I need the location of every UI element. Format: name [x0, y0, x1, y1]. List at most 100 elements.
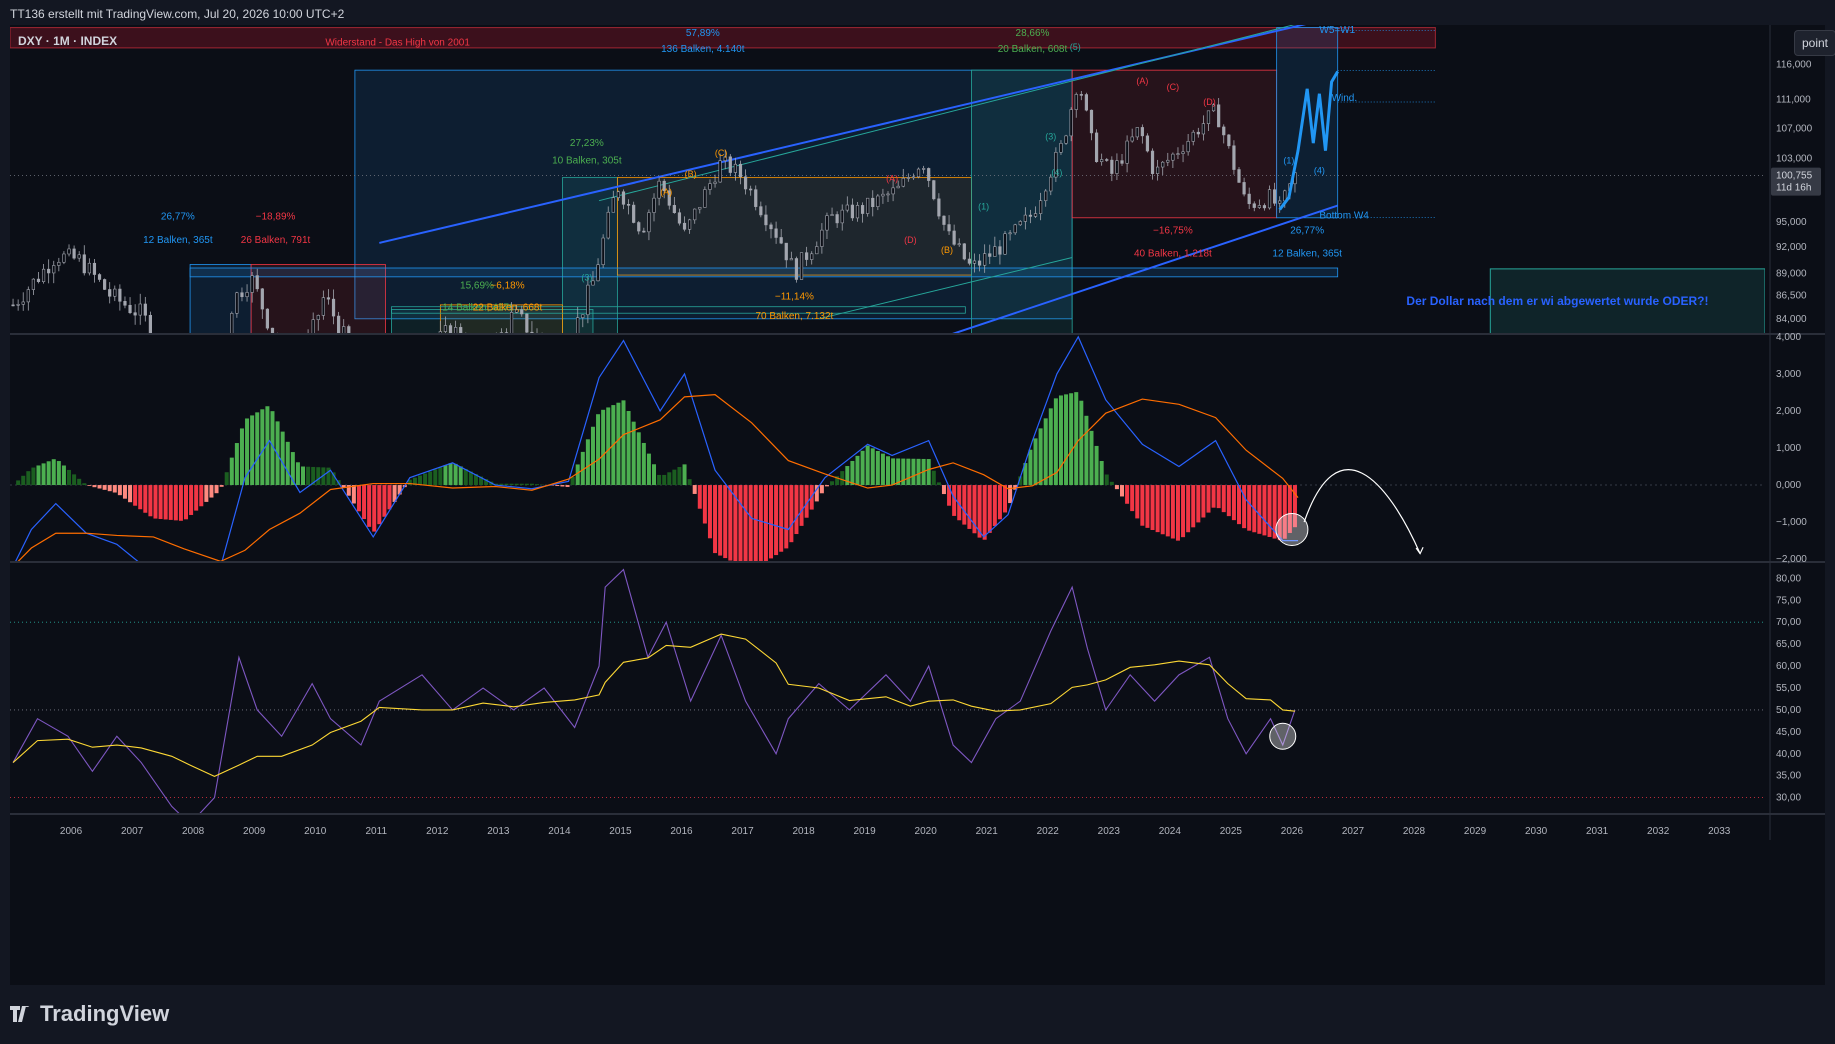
macd-histogram-bar	[524, 483, 529, 486]
wave-label: (B)	[685, 169, 697, 179]
macd-histogram-bar	[224, 472, 229, 486]
macd-histogram-bar	[677, 467, 682, 486]
macd-histogram-bar	[423, 473, 428, 486]
symbol-label: DXY · 1M · INDEX	[18, 34, 118, 48]
macd-histogram-bar	[1114, 485, 1119, 490]
time-axis-tick: 2010	[304, 826, 327, 837]
candle-body	[1176, 153, 1180, 155]
macd-histogram-bar	[926, 459, 931, 486]
macd-histogram-bar	[911, 458, 916, 486]
macd-histogram-bar	[509, 483, 514, 486]
candle-body	[738, 163, 743, 178]
scale-mode-button[interactable]: point	[1794, 30, 1835, 56]
annotation-text: 20 Balken, 608t	[998, 44, 1068, 55]
candle-body	[901, 177, 905, 187]
candle-body	[754, 189, 758, 207]
candle-body	[67, 248, 71, 255]
candle-body	[363, 361, 366, 385]
measure-box	[189, 264, 252, 333]
macd-histogram-bar	[382, 485, 387, 517]
macd-histogram-bar	[351, 485, 356, 504]
candle-body	[1084, 94, 1088, 111]
candle-body	[398, 393, 401, 402]
rsi-axis-tick: 80,00	[1776, 573, 1801, 584]
macd-histogram-bar	[621, 400, 626, 486]
macd-histogram-bar	[850, 460, 855, 486]
macd-histogram-bar	[1064, 394, 1069, 486]
macd-histogram-bar	[1058, 395, 1063, 486]
candle-body	[1120, 160, 1124, 164]
candle-body	[495, 339, 498, 361]
candle-body	[962, 243, 966, 260]
macd-histogram-bar	[1221, 485, 1226, 513]
macd-histogram-bar	[168, 485, 173, 520]
candle-body	[911, 176, 916, 179]
candle-body	[297, 380, 300, 390]
macd-histogram-bar	[585, 439, 590, 486]
candle-body	[998, 246, 1002, 255]
measure-box	[1071, 69, 1278, 219]
time-axis-tick: 2015	[609, 826, 632, 837]
candle-body	[1115, 160, 1119, 174]
macd-histogram-bar	[860, 450, 865, 486]
current-price-label: 100,755	[1776, 171, 1813, 182]
candle-body	[434, 345, 437, 353]
macd-histogram-bar	[229, 457, 234, 486]
macd-histogram-bar	[596, 414, 601, 486]
annotation-text: 22 Balken, 668t	[473, 302, 543, 313]
macd-histogram-bar	[794, 485, 799, 535]
macd-histogram-bar	[646, 453, 651, 486]
macd-histogram-bar	[285, 441, 290, 486]
candle-body	[36, 278, 41, 282]
candle-body	[175, 364, 178, 374]
macd-histogram-bar	[219, 485, 224, 487]
candle-body	[581, 314, 585, 318]
candle-body	[133, 312, 137, 316]
macd-histogram-bar	[560, 485, 565, 487]
candle-body	[353, 344, 356, 359]
annotation-text: 26,77%	[1290, 226, 1324, 237]
candle-body	[475, 345, 478, 356]
macd-histogram-bar	[1201, 485, 1206, 518]
macd-histogram-bar	[1150, 485, 1155, 530]
macd-histogram-bar	[306, 466, 311, 486]
macd-histogram-bar	[565, 485, 570, 487]
macd-histogram-bar	[1130, 485, 1135, 512]
tradingview-logo[interactable]: TradingView	[10, 1001, 169, 1027]
wave-label: (5)	[1070, 42, 1081, 52]
candle-body	[1171, 153, 1175, 161]
rsi-axis-tick: 45,00	[1776, 727, 1801, 738]
candle-body	[190, 387, 193, 415]
candle-body	[718, 160, 722, 183]
macd-histogram-bar	[1079, 400, 1084, 486]
candle-body	[881, 193, 885, 197]
macd-histogram-bar	[936, 482, 941, 486]
candle-body	[326, 297, 331, 300]
candle-body	[1161, 161, 1165, 168]
candle-body	[424, 365, 427, 369]
macd-histogram-bar	[1242, 485, 1247, 529]
candle-body	[97, 274, 102, 280]
macd-histogram-bar	[51, 459, 56, 486]
chart-area[interactable]: Wind. Widerstand - Das High von 2001 57,89…	[10, 25, 1835, 985]
macd-histogram-bar	[158, 485, 163, 520]
chart-canvas[interactable]: Wind. Widerstand - Das High von 2001 57,89…	[10, 25, 1825, 985]
candle-body	[11, 304, 15, 307]
footer: TradingView	[10, 998, 169, 1030]
candle-body	[789, 258, 793, 261]
annotation-text: −6,18%	[490, 280, 524, 291]
macd-histogram-bar	[997, 485, 1002, 520]
time-axis-tick: 2009	[243, 826, 266, 837]
candle-body	[922, 168, 926, 170]
macd-histogram-bar	[82, 483, 87, 486]
wave-label: (1)	[978, 202, 989, 212]
macd-histogram-bar	[1181, 485, 1186, 538]
annotation-text: W5=W1	[1319, 25, 1355, 36]
candle-body	[586, 284, 590, 316]
price-axis-tick: 107,000	[1776, 123, 1813, 134]
annotation-text: 15,69%	[460, 280, 494, 291]
macd-histogram-bar	[107, 485, 112, 492]
macd-histogram-bar	[1120, 485, 1125, 497]
candle-body	[1166, 159, 1170, 163]
macd-histogram-bar	[870, 448, 875, 486]
